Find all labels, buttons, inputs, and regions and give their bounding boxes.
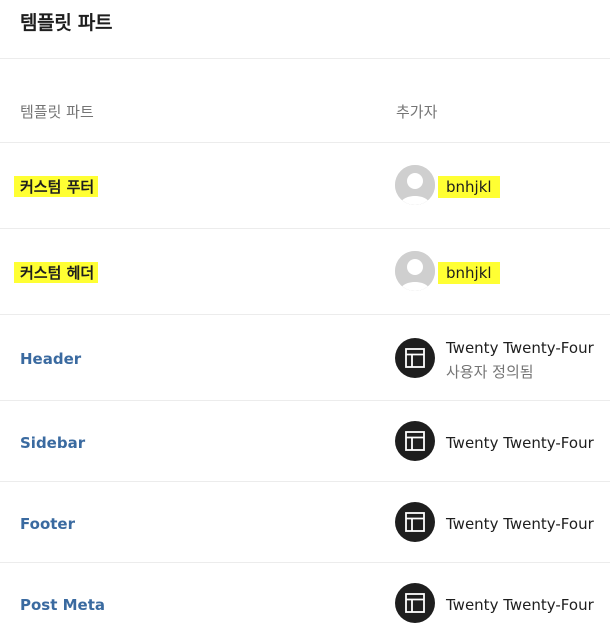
template-part-title-link[interactable]: 커스텀 헤더: [14, 262, 99, 283]
header-divider: [0, 58, 610, 59]
author-name: Twenty Twenty-Four: [446, 596, 594, 614]
layout-icon: [395, 421, 435, 461]
template-part-title-link[interactable]: 커스텀 푸터: [14, 176, 99, 197]
layout-icon: [395, 338, 435, 378]
author-name: Twenty Twenty-Four: [446, 339, 594, 357]
author-name: Twenty Twenty-Four: [446, 515, 594, 533]
author-name: Twenty Twenty-Four: [446, 434, 594, 452]
template-part-title-link[interactable]: Post Meta: [20, 596, 105, 614]
author-name: bnhjkl: [438, 262, 500, 284]
template-part-title-link[interactable]: Header: [20, 350, 81, 368]
template-part-title-link[interactable]: Sidebar: [20, 434, 85, 452]
column-header-template-part[interactable]: 템플릿 파트: [20, 101, 94, 122]
table-row: Header Twenty Twenty-Four 사용자 정의됨: [0, 314, 610, 401]
table-row: 커스텀 푸터 bnhjkl: [0, 142, 610, 229]
layout-icon: [395, 583, 435, 623]
table-row: Sidebar Twenty Twenty-Four: [0, 400, 610, 482]
table-row: Footer Twenty Twenty-Four: [0, 481, 610, 563]
table-row: 커스텀 헤더 bnhjkl: [0, 228, 610, 315]
template-part-title-link[interactable]: Footer: [20, 515, 75, 533]
column-header-added-by[interactable]: 추가자: [396, 101, 437, 122]
customized-note: 사용자 정의됨: [446, 363, 534, 381]
page-title: 템플릿 파트: [20, 12, 113, 34]
table-row: Post Meta Twenty Twenty-Four: [0, 562, 610, 638]
default-avatar-icon: [395, 251, 435, 291]
default-avatar-icon: [395, 165, 435, 205]
author-name: bnhjkl: [438, 176, 500, 198]
layout-icon: [395, 502, 435, 542]
